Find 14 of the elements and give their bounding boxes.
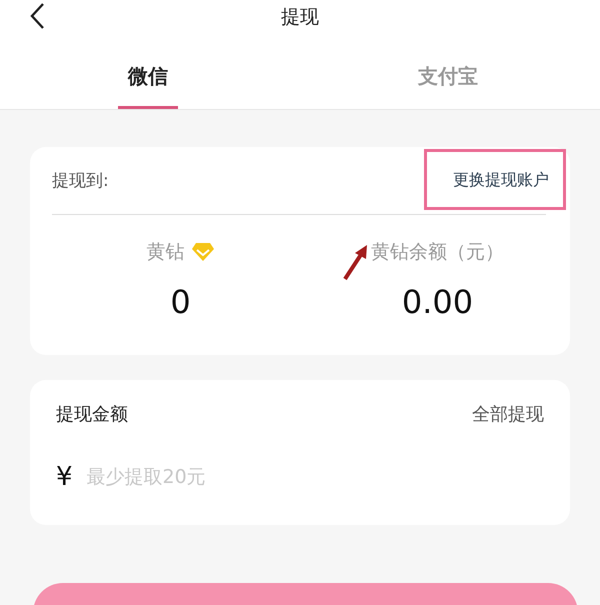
change-account-link[interactable]: 更换提现账户	[453, 170, 549, 189]
arrow-drawing	[342, 243, 370, 281]
stat-value: 0.00	[402, 283, 474, 321]
diamond-icon	[190, 242, 214, 262]
page-title: 提现	[281, 5, 319, 30]
stat-value: 0	[170, 283, 191, 321]
stat-label: 黄钻	[146, 240, 184, 265]
amount-label: 提现金额	[56, 403, 128, 426]
back-icon[interactable]	[29, 2, 45, 30]
withdraw-to-label: 提现到:	[52, 170, 109, 192]
withdraw-all-link[interactable]: 全部提现	[472, 402, 544, 426]
currency-symbol: ¥	[56, 462, 73, 492]
stat-label: 黄钻余额（元）	[371, 240, 504, 265]
tab[interactable]: 微信	[0, 36, 296, 109]
